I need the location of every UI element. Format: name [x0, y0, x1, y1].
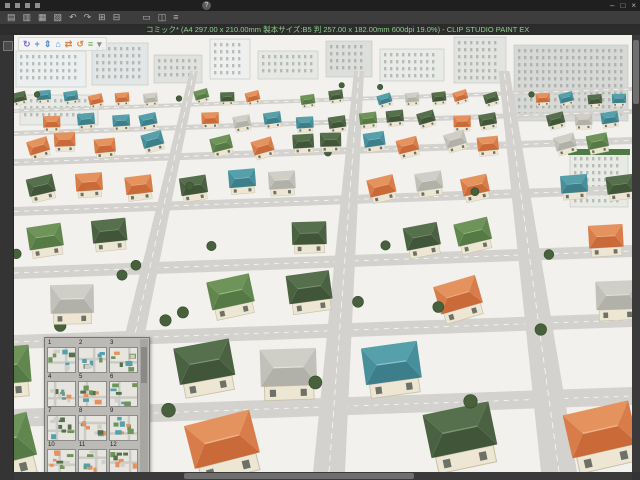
- thumbnail-number: 10: [48, 442, 55, 448]
- thumbnail-preview[interactable]: [78, 449, 107, 472]
- grid-icon[interactable]: ⊞: [98, 11, 106, 24]
- layout-thumbnail[interactable]: 5: [78, 374, 107, 408]
- app-menu-icon[interactable]: [5, 3, 10, 8]
- thumbnail-number: 12: [110, 442, 117, 448]
- thumbnail-grid: 1 2 3 4 5 6 7 8 9 10 11 12: [47, 340, 140, 472]
- minimize-button[interactable]: –: [610, 0, 614, 11]
- palette-toggle-icon[interactable]: [3, 41, 13, 51]
- help-button[interactable]: ?: [202, 1, 211, 10]
- vertical-scrollbar[interactable]: [632, 35, 640, 472]
- thumbnail-preview[interactable]: [109, 449, 138, 472]
- thumbnail-number: 7: [48, 408, 52, 414]
- layout-thumbnail[interactable]: 8: [78, 408, 107, 442]
- thumbnail-preview[interactable]: [109, 347, 138, 373]
- thumbnail-preview[interactable]: [47, 449, 76, 472]
- thumbnail-number: 2: [79, 340, 83, 346]
- save-icon[interactable]: ▦: [38, 11, 47, 24]
- menu-bar-icons: ▤ ▥ ▦ ▧ ↶ ↷ ⊞ ⊟ ▭ ◫ ≡: [0, 11, 179, 24]
- tool-options-icon[interactable]: ▾: [97, 38, 102, 50]
- palette-scrollbar[interactable]: [140, 339, 148, 472]
- settings-icon[interactable]: ≡: [173, 11, 178, 24]
- thumbnail-preview[interactable]: [47, 347, 76, 373]
- 3d-manipulation-toolbar: ↻ + ⇕ ⌂ ⇄ ↺ ≡ ▾: [18, 37, 107, 51]
- redo-icon[interactable]: ↷: [84, 11, 92, 24]
- vertical-scrollbar-thumb[interactable]: [633, 40, 639, 104]
- export-icon[interactable]: ▧: [54, 11, 63, 24]
- layout-thumbnail[interactable]: 1: [47, 340, 76, 374]
- object-list-icon[interactable]: ≡: [88, 38, 93, 50]
- thumbnail-preview[interactable]: [109, 415, 138, 441]
- camera-zoom-icon[interactable]: ⇕: [44, 38, 52, 50]
- thumbnail-number: 1: [48, 340, 52, 346]
- horizontal-scrollbar-thumb[interactable]: [184, 473, 414, 479]
- thumbnail-preview[interactable]: [78, 347, 107, 373]
- thumbnail-number: 3: [110, 340, 114, 346]
- workspace-icon[interactable]: [25, 3, 30, 8]
- horizontal-scrollbar[interactable]: [14, 472, 632, 480]
- view-toggle-icon[interactable]: [35, 3, 40, 8]
- thumbnail-number: 4: [48, 374, 52, 380]
- camera-rotate-icon[interactable]: ↻: [23, 38, 31, 50]
- layout-thumbnail[interactable]: 9: [109, 408, 138, 442]
- camera-pan-icon[interactable]: +: [35, 38, 40, 50]
- ruler-icon[interactable]: ▭: [142, 11, 151, 24]
- layout-thumbnail[interactable]: 10: [47, 442, 76, 472]
- close-button[interactable]: ×: [631, 0, 636, 11]
- layout-thumbnail[interactable]: 11: [78, 442, 107, 472]
- layout-thumbnail-palette: 1 2 3 4 5 6 7 8 9 10 11 12: [44, 337, 150, 472]
- snap-icon[interactable]: ⊟: [113, 11, 121, 24]
- layout-thumbnail[interactable]: 2: [78, 340, 107, 374]
- command-bar: ▤ ▥ ▦ ▧ ↶ ↷ ⊞ ⊟ ▭ ◫ ≡: [0, 11, 640, 25]
- thumbnail-preview[interactable]: [47, 415, 76, 441]
- application-window: ? – □ × ▤ ▥ ▦ ▧ ↶ ↷ ⊞ ⊟ ▭ ◫ ≡ コミック* (A4 297.00 x 210…: [0, 0, 640, 480]
- selection-icon[interactable]: ◫: [158, 11, 167, 24]
- layout-thumbnail[interactable]: 7: [47, 408, 76, 442]
- thumbnail-number: 5: [79, 374, 83, 380]
- window-list-icon[interactable]: [15, 3, 20, 8]
- object-move-icon[interactable]: ⇄: [65, 38, 73, 50]
- new-file-icon[interactable]: ▤: [7, 11, 16, 24]
- thumbnail-number: 6: [110, 374, 114, 380]
- title-bar-icons: [0, 3, 40, 8]
- thumbnail-preview[interactable]: [47, 381, 76, 407]
- palette-scrollbar-thumb[interactable]: [141, 347, 147, 383]
- layout-thumbnail[interactable]: 3: [109, 340, 138, 374]
- thumbnail-preview[interactable]: [109, 381, 138, 407]
- open-file-icon[interactable]: ▥: [23, 11, 32, 24]
- bottom-left-corner: [0, 472, 14, 480]
- layout-thumbnail[interactable]: 12: [109, 442, 138, 472]
- left-palette-strip: [0, 35, 14, 472]
- thumbnail-number: 11: [79, 442, 86, 448]
- thumbnail-number: 8: [79, 408, 83, 414]
- scrollbar-corner: [632, 472, 640, 480]
- thumbnail-preview[interactable]: [78, 415, 107, 441]
- thumbnail-number: 9: [110, 408, 114, 414]
- canvas-area[interactable]: ↻ + ⇕ ⌂ ⇄ ↺ ≡ ▾ 1 2 3 4 5 6 7 8 9 10 11 12: [14, 35, 632, 472]
- layout-thumbnail[interactable]: 4: [47, 374, 76, 408]
- camera-home-icon[interactable]: ⌂: [55, 38, 60, 50]
- thumbnail-preview[interactable]: [78, 381, 107, 407]
- title-bar: ? – □ ×: [0, 0, 640, 11]
- object-rotate-icon[interactable]: ↺: [76, 38, 84, 50]
- maximize-button[interactable]: □: [620, 0, 625, 11]
- tab-bar: コミック* (A4 297.00 x 210.00mm 製本サイズ:B5 判 2…: [0, 25, 640, 35]
- layout-thumbnail[interactable]: 6: [109, 374, 138, 408]
- undo-icon[interactable]: ↶: [69, 11, 77, 24]
- document-tab[interactable]: コミック* (A4 297.00 x 210.00mm 製本サイズ:B5 判 2…: [146, 25, 529, 35]
- window-controls: – □ ×: [604, 0, 636, 11]
